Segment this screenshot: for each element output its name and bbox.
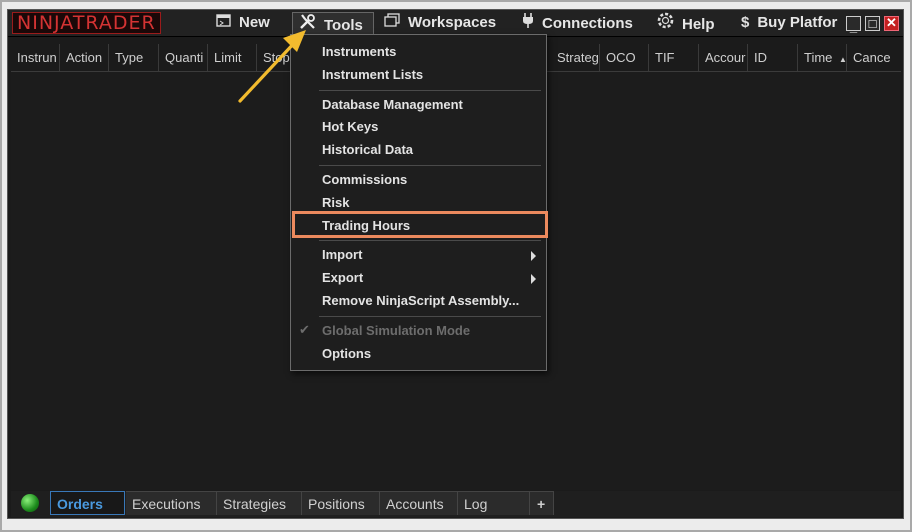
menu-item-options[interactable]: Options: [322, 344, 371, 364]
tab-orders[interactable]: Orders: [50, 491, 125, 515]
menu-bar: NINJATRADER New Tools Workspaces Connect…: [8, 10, 903, 37]
menu-separator: [319, 90, 541, 91]
menu-item-import-label: Import: [322, 247, 363, 262]
column-limit[interactable]: Limit: [208, 44, 257, 71]
menu-item-instruments[interactable]: Instruments: [322, 42, 396, 62]
tab-accounts[interactable]: Accounts: [380, 491, 458, 515]
menu-help[interactable]: Help: [657, 12, 715, 34]
workspaces-icon: [384, 12, 400, 34]
menu-help-label: Help: [682, 16, 715, 33]
column-action[interactable]: Action: [60, 44, 109, 71]
checkmark-icon: ✔: [299, 322, 310, 337]
sort-ascending-icon: ▲: [839, 55, 847, 64]
minimize-button[interactable]: _: [846, 16, 861, 34]
menu-workspaces[interactable]: Workspaces: [384, 12, 496, 34]
column-tif[interactable]: TIF: [649, 44, 699, 71]
menu-separator: [319, 165, 541, 166]
menu-workspaces-label: Workspaces: [408, 14, 497, 31]
menu-item-import[interactable]: Import: [322, 245, 542, 265]
help-icon: [657, 12, 674, 36]
tab-log[interactable]: Log: [458, 491, 530, 515]
menu-tools[interactable]: Tools: [292, 12, 374, 36]
tab-positions[interactable]: Positions: [302, 491, 380, 515]
menu-item-export-label: Export: [322, 270, 364, 285]
menu-new-label: New: [239, 14, 270, 31]
menu-connections[interactable]: Connections: [522, 12, 633, 34]
menu-item-instrument-lists[interactable]: Instrument Lists: [322, 65, 423, 85]
menu-item-database-management[interactable]: Database Management: [322, 95, 463, 115]
column-instrument[interactable]: Instrun: [11, 44, 60, 71]
close-button[interactable]: ✕: [884, 15, 899, 31]
menu-buy-platform[interactable]: $ Buy Platfor: [741, 12, 837, 34]
menu-item-export[interactable]: Export: [322, 268, 542, 288]
column-account[interactable]: Accour: [699, 44, 748, 71]
column-quantity[interactable]: Quanti: [159, 44, 208, 71]
trading-hours-highlight-box: [292, 211, 548, 238]
connections-icon: [522, 12, 534, 35]
column-time-label: Time: [804, 50, 833, 65]
column-oco[interactable]: OCO: [600, 44, 649, 71]
column-id[interactable]: ID: [748, 44, 798, 71]
menu-separator: [319, 240, 541, 241]
menu-item-global-simulation-mode: Global Simulation Mode: [322, 323, 471, 338]
tab-strategies[interactable]: Strategies: [217, 491, 302, 515]
bottom-tab-bar: Orders Executions Strategies Positions A…: [11, 491, 901, 517]
menu-item-risk[interactable]: Risk: [322, 193, 349, 213]
tools-dropdown-menu: Instruments Instrument Lists Database Ma…: [290, 34, 547, 371]
submenu-arrow-icon: [531, 274, 536, 284]
add-tab-button[interactable]: +: [530, 491, 554, 515]
menu-item-remove-ninjascript-assembly[interactable]: Remove NinjaScript Assembly...: [322, 291, 519, 311]
column-type[interactable]: Type: [109, 44, 159, 71]
column-strategy[interactable]: Strateg: [551, 44, 600, 71]
menu-buy-label: Buy Platfor: [757, 14, 838, 31]
tab-executions[interactable]: Executions: [126, 491, 217, 515]
connection-status-icon: [21, 494, 39, 512]
maximize-button[interactable]: □: [865, 16, 880, 31]
menu-separator: [319, 316, 541, 317]
dollar-icon: $: [741, 14, 750, 31]
column-time[interactable]: Time ▲: [798, 44, 847, 71]
submenu-arrow-icon: [531, 251, 536, 261]
logo: NINJATRADER: [12, 12, 161, 34]
menu-item-historical-data[interactable]: Historical Data: [322, 140, 413, 160]
menu-new[interactable]: New: [216, 12, 270, 34]
column-cancel[interactable]: Cance: [847, 44, 901, 71]
menu-item-commissions[interactable]: Commissions: [322, 170, 407, 190]
new-window-icon: [216, 12, 231, 34]
menu-item-hot-keys[interactable]: Hot Keys: [322, 117, 378, 137]
menu-connections-label: Connections: [542, 15, 633, 32]
menu-tools-label: Tools: [324, 17, 363, 34]
